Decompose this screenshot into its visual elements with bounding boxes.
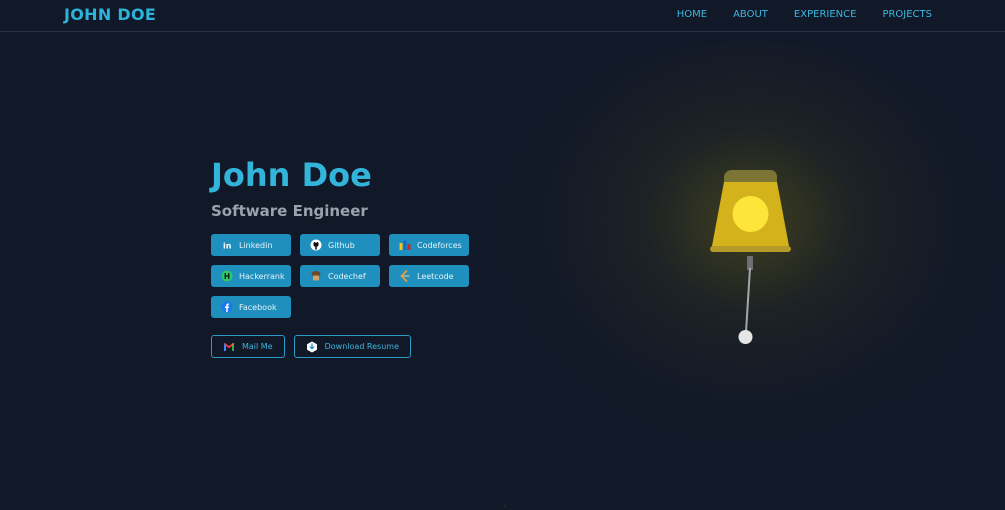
page: JOHN DOE HOME ABOUT EXPERIENCE PROJECTS … bbox=[0, 0, 1005, 510]
codechef-icon bbox=[310, 270, 322, 282]
hero-role: Software Engineer bbox=[211, 202, 368, 220]
github-icon bbox=[310, 239, 322, 251]
lamp-stem bbox=[747, 256, 753, 270]
facebook-label: Facebook bbox=[239, 302, 277, 312]
gmail-icon bbox=[223, 341, 235, 353]
brand-logo[interactable]: JOHN DOE bbox=[64, 5, 156, 24]
nav-link-experience[interactable]: EXPERIENCE bbox=[794, 9, 857, 20]
navbar: JOHN DOE HOME ABOUT EXPERIENCE PROJECTS bbox=[0, 0, 1005, 32]
lamp-pull-cord bbox=[745, 267, 751, 333]
hero-section: John Doe Software Engineer bbox=[211, 155, 511, 221]
leetcode-label: Leetcode bbox=[417, 271, 454, 281]
download-resume-label: Download Resume bbox=[324, 342, 400, 351]
linkedin-button[interactable]: in Linkedin bbox=[211, 234, 291, 256]
cta-row: Mail Me Download Resume bbox=[211, 335, 412, 358]
linkedin-icon: in bbox=[221, 239, 233, 251]
social-links: in Linkedin Github Codeforces Hackerrank bbox=[211, 234, 469, 318]
leetcode-button[interactable]: Leetcode bbox=[389, 265, 469, 287]
nav-link-about[interactable]: ABOUT bbox=[733, 9, 768, 20]
hero-name: John Doe bbox=[211, 156, 372, 194]
facebook-button[interactable]: Facebook bbox=[211, 296, 291, 318]
github-button[interactable]: Github bbox=[300, 234, 380, 256]
nav-link-projects[interactable]: PROJECTS bbox=[882, 9, 932, 20]
lamp-base-rim bbox=[710, 246, 791, 252]
leetcode-icon bbox=[399, 270, 411, 282]
codeforces-icon bbox=[399, 239, 411, 251]
linkedin-label: Linkedin bbox=[239, 240, 273, 250]
nav-links: HOME ABOUT EXPERIENCE PROJECTS bbox=[677, 9, 932, 20]
github-label: Github bbox=[328, 240, 355, 250]
hackerrank-label: Hackerrank bbox=[239, 271, 285, 281]
facebook-icon bbox=[221, 301, 233, 313]
lamp-bulb bbox=[732, 196, 769, 232]
resume-icon bbox=[306, 341, 318, 353]
codeforces-button[interactable]: Codeforces bbox=[389, 234, 469, 256]
scroll-down-icon[interactable]: ∨ bbox=[499, 502, 511, 510]
codeforces-label: Codeforces bbox=[417, 240, 462, 250]
svg-text:in: in bbox=[223, 242, 232, 251]
hackerrank-button[interactable]: Hackerrank bbox=[211, 265, 291, 287]
lamp-illustration bbox=[700, 168, 800, 348]
mail-me-button[interactable]: Mail Me bbox=[211, 335, 285, 358]
mail-me-label: Mail Me bbox=[242, 342, 273, 351]
lamp-pull-knob[interactable] bbox=[738, 330, 753, 344]
hackerrank-icon bbox=[221, 270, 233, 282]
lamp-shade-top bbox=[724, 170, 777, 182]
download-resume-button[interactable]: Download Resume bbox=[293, 335, 412, 358]
nav-link-home[interactable]: HOME bbox=[677, 9, 707, 20]
codechef-label: Codechef bbox=[328, 271, 366, 281]
codechef-button[interactable]: Codechef bbox=[300, 265, 380, 287]
